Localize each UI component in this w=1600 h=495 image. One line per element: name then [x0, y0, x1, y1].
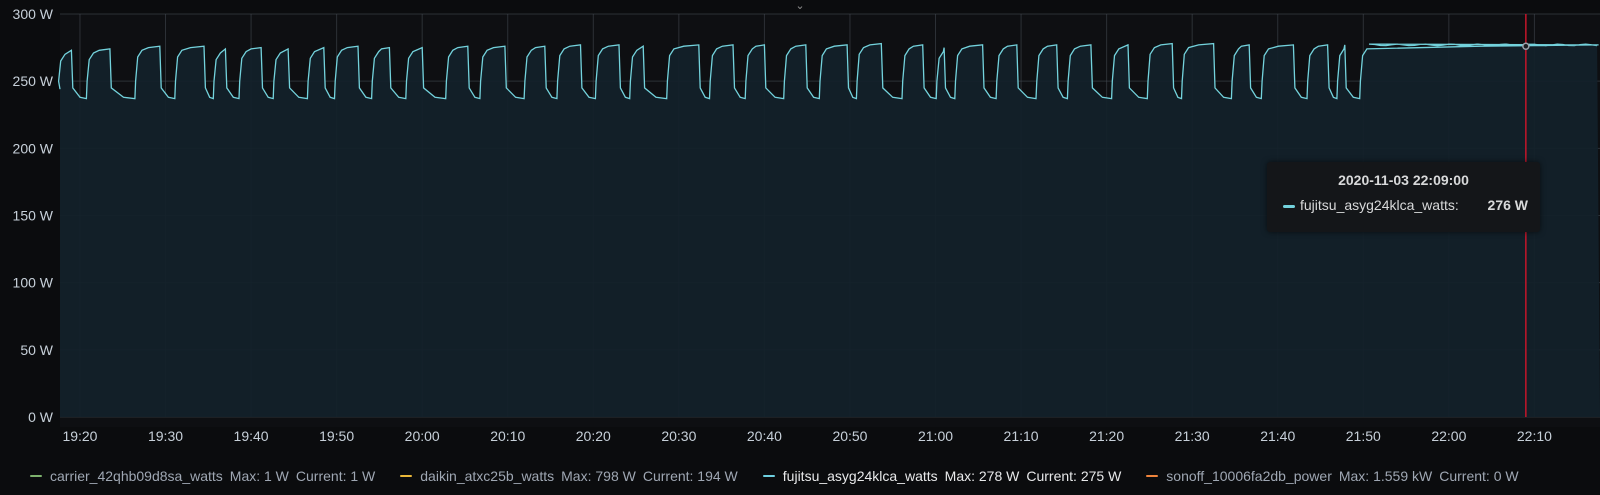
legend-series-name: daikin_atxc25b_watts — [420, 468, 555, 484]
x-tick-label: 20:30 — [661, 428, 696, 444]
x-tick-label: 21:50 — [1346, 428, 1381, 444]
tooltip-series-name: fujitsu_asyg24klca_watts: — [1300, 197, 1459, 213]
legend-series-name: carrier_42qhb09d8sa_watts — [50, 468, 223, 484]
tooltip-series-value: 276 W — [1487, 197, 1528, 213]
legend-series-name: fujitsu_asyg24klca_watts — [782, 468, 938, 484]
y-tick-label: 0 W — [28, 409, 54, 425]
legend-swatch — [400, 475, 413, 477]
legend-item-sonoff[interactable]: sonoff_10006fa2db_power Max: 1.559 kW Cu… — [1146, 468, 1525, 484]
x-tick-label: 19:20 — [62, 428, 97, 444]
legend-swatch — [1146, 475, 1159, 477]
y-tick-label: 250 W — [13, 73, 54, 89]
y-tick-label: 50 W — [20, 342, 53, 358]
x-tick-label: 21:40 — [1260, 428, 1295, 444]
y-tick-label: 150 W — [13, 208, 54, 224]
legend-max: Max: 1 W — [229, 468, 289, 484]
legend-max: Max: 1.559 kW — [1338, 468, 1433, 484]
x-tick-label: 21:10 — [1004, 428, 1039, 444]
x-tick-label: 19:40 — [234, 428, 269, 444]
legend-max: Max: 798 W — [561, 468, 636, 484]
chevron-down-icon[interactable]: ⌄ — [793, 0, 807, 12]
y-tick-label: 100 W — [13, 275, 54, 291]
legend-current: Current: 194 W — [642, 468, 738, 484]
legend-current: Current: 0 W — [1439, 468, 1519, 484]
x-tick-label: 22:00 — [1431, 428, 1466, 444]
y-tick-label: 300 W — [13, 6, 54, 22]
legend-swatch — [30, 475, 42, 477]
legend-item-daikin[interactable]: daikin_atxc25b_watts Max: 798 W Current:… — [400, 468, 745, 484]
legend-current: Current: 1 W — [295, 468, 376, 484]
hover-tooltip: 2020-11-03 22:09:00 fujitsu_asyg24klca_w… — [1267, 162, 1540, 232]
legend-item-fujitsu[interactable]: fujitsu_asyg24klca_watts Max: 278 W Curr… — [762, 468, 1129, 484]
x-tick-label: 20:20 — [576, 428, 611, 444]
x-tick-label: 21:30 — [1175, 428, 1210, 444]
x-axis: 19:20 19:30 19:40 19:50 20:00 20:10 20:20 20:30… — [62, 428, 1552, 444]
x-tick-label: 20:00 — [405, 428, 440, 444]
tooltip-time: 2020-11-03 22:09:00 — [1338, 172, 1469, 188]
hover-point — [1522, 42, 1530, 50]
y-axis: 0 W 50 W 100 W 150 W 200 W 250 W 300 W — [13, 6, 54, 425]
x-tick-label: 20:40 — [747, 428, 782, 444]
x-tick-label: 22:10 — [1517, 428, 1552, 444]
legend-current: Current: 275 W — [1026, 468, 1122, 484]
x-tick-label: 20:10 — [490, 428, 525, 444]
legend: carrier_42qhb09d8sa_watts Max: 1 W Curre… — [30, 467, 1544, 485]
y-tick-label: 200 W — [13, 140, 54, 156]
legend-item-carrier[interactable]: carrier_42qhb09d8sa_watts Max: 1 W Curre… — [30, 468, 382, 484]
legend-series-name: sonoff_10006fa2db_power — [1166, 468, 1332, 484]
x-tick-label: 21:20 — [1089, 428, 1124, 444]
tooltip-series-swatch — [1283, 205, 1295, 208]
x-tick-label: 19:50 — [319, 428, 354, 444]
x-tick-label: 21:00 — [918, 428, 953, 444]
x-tick-label: 19:30 — [148, 428, 183, 444]
legend-max: Max: 278 W — [944, 468, 1020, 484]
tooltip-series-row: fujitsu_asyg24klca_watts: 276 W — [1283, 197, 1528, 215]
x-tick-label: 20:50 — [832, 428, 867, 444]
legend-swatch — [762, 475, 775, 477]
